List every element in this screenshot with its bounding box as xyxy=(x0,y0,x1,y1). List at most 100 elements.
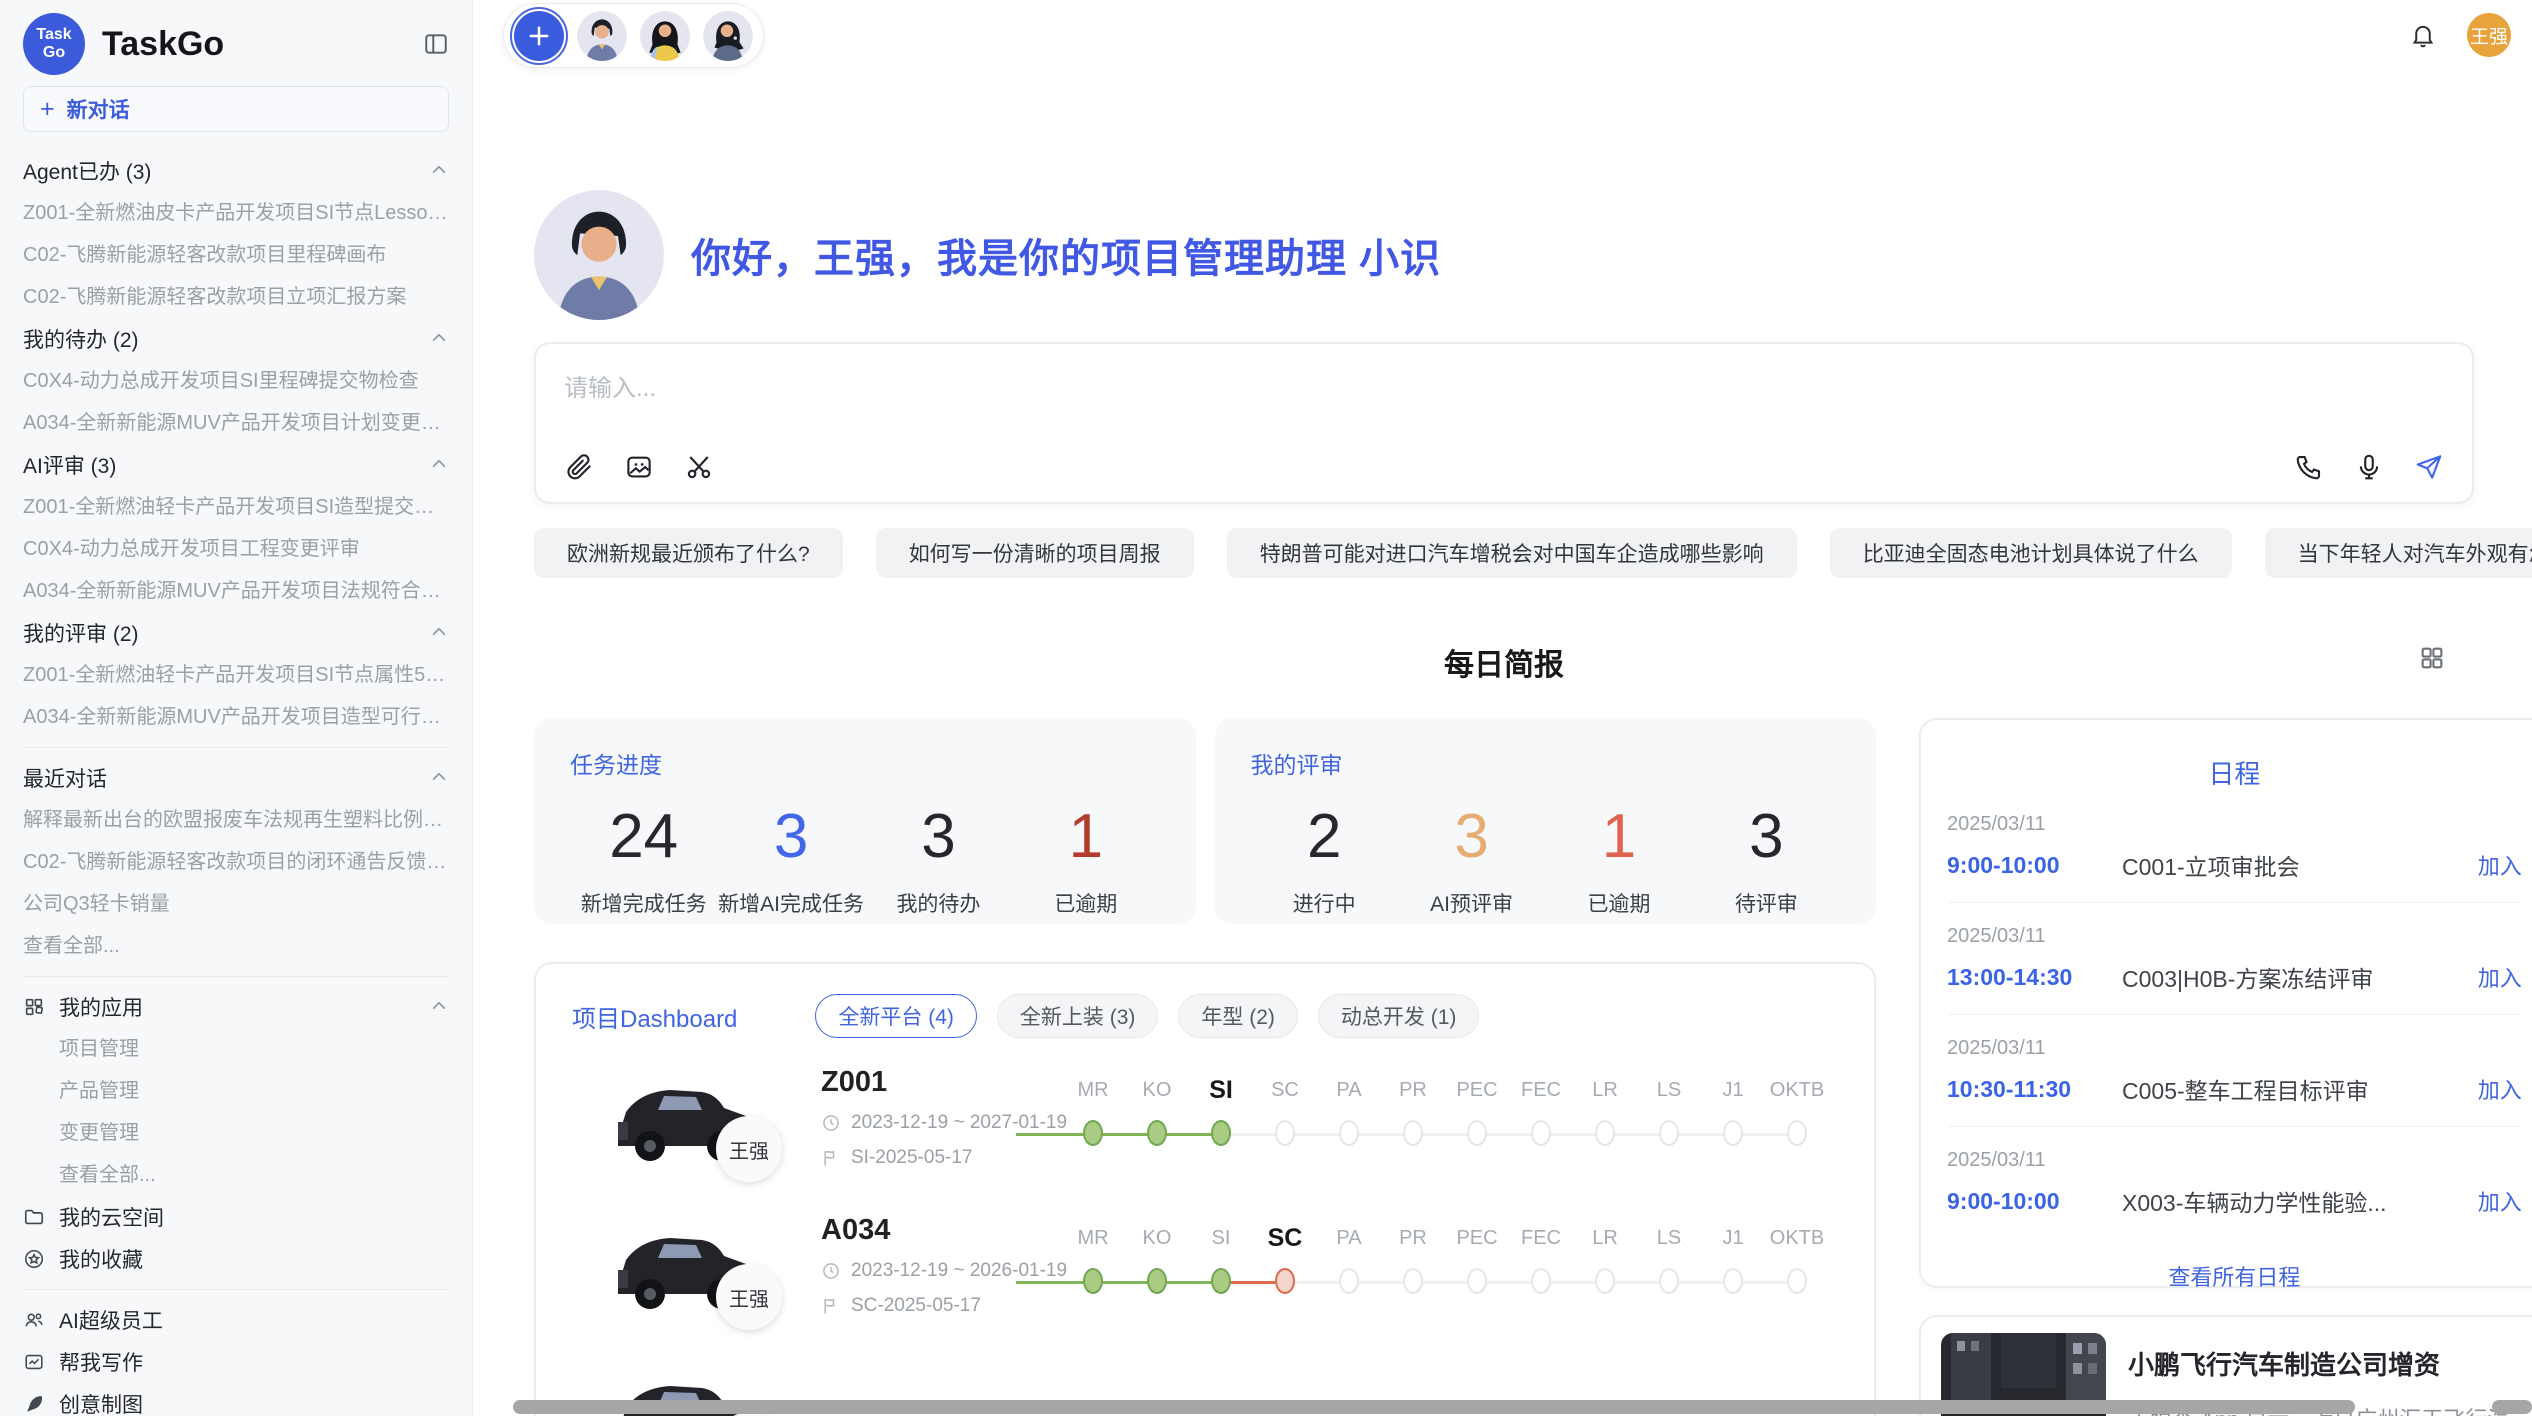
new-chat-button[interactable]: + 新对话 xyxy=(23,86,449,132)
schedule-title: 日程 xyxy=(1947,754,2522,791)
list-item[interactable]: Z001-全新燃油轻卡产品开发项目SI节点属性5D文件评审 xyxy=(23,654,449,696)
project-row[interactable]: 王强 A034 2023-12-19 ~ 2026-01-19 SC-2025-… xyxy=(536,1212,1874,1362)
add-member-button[interactable] xyxy=(514,11,564,61)
milestone-chain: MRKOSISCPAPRPECFECLRLSJ1OKTB xyxy=(1016,1072,1829,1146)
list-item[interactable]: C02-飞腾新能源轻客改款项目立项汇报方案 xyxy=(23,276,449,318)
list-item[interactable]: C0X4-动力总成开发项目工程变更评审 xyxy=(23,528,449,570)
tab-year-model[interactable]: 年型 (2) xyxy=(1178,994,1298,1038)
group-my-todo[interactable]: 我的待办 (2) xyxy=(23,318,449,360)
milestone-oktb: OKTB xyxy=(1765,1072,1829,1146)
attachment-icon[interactable] xyxy=(564,452,594,482)
sidebar-item-product-mgmt[interactable]: 产品管理 xyxy=(23,1070,449,1112)
group-my-review[interactable]: 我的评审 (2) xyxy=(23,612,449,654)
tab-new-platform[interactable]: 全新平台 (4) xyxy=(815,994,977,1038)
horizontal-scrollbar-thumb[interactable] xyxy=(513,1400,2355,1414)
join-link[interactable]: 加入 xyxy=(2478,1073,2522,1105)
suggestion-chip[interactable]: 如何写一份清晰的项目周报 xyxy=(876,528,1194,578)
chevron-up-icon[interactable] xyxy=(429,455,449,475)
send-icon[interactable] xyxy=(2414,452,2444,482)
group-recent-chats[interactable]: 最近对话 xyxy=(23,757,449,799)
project-flag-milestone: SI-2025-05-17 xyxy=(851,1147,972,1169)
chat-input[interactable]: 请输入... xyxy=(534,342,2474,504)
project-owner-badge: 王强 xyxy=(716,1116,782,1182)
list-item[interactable]: A034-全新新能源MUV产品开发项目计划变更表编写 xyxy=(23,402,449,444)
join-link[interactable]: 加入 xyxy=(2478,849,2522,881)
group-ai-review[interactable]: AI评审 (3) xyxy=(23,444,449,486)
my-apps-label: 我的应用 xyxy=(59,992,143,1022)
member-avatar[interactable] xyxy=(640,11,690,61)
app-title: TaskGo xyxy=(102,25,224,64)
image-icon[interactable] xyxy=(624,452,654,482)
group-title: 我的评审 (2) xyxy=(23,618,139,648)
flag-icon xyxy=(821,1148,841,1168)
list-item[interactable]: A034-全新新能源MUV产品开发项目法规符合性评审 xyxy=(23,570,449,612)
chevron-up-icon[interactable] xyxy=(429,623,449,643)
list-item[interactable]: 公司Q3轻卡销量 xyxy=(23,883,449,925)
suggestion-chip[interactable]: 比亚迪全固态电池计划具体说了什么 xyxy=(1830,528,2232,578)
sidebar-item-project-mgmt[interactable]: 项目管理 xyxy=(23,1028,449,1070)
sidebar-item-favorites[interactable]: 我的收藏 xyxy=(23,1238,449,1280)
sidebar-item-help-me-write[interactable]: 帮我写作 xyxy=(23,1341,449,1383)
view-all-link[interactable]: 查看全部... xyxy=(23,925,449,967)
app-logo: Task Go xyxy=(23,13,85,75)
flag-icon xyxy=(821,1296,841,1316)
member-avatar[interactable] xyxy=(703,11,753,61)
sidebar-item-my-apps[interactable]: 我的应用 xyxy=(23,986,449,1028)
clock-icon xyxy=(821,1261,841,1281)
chevron-up-icon[interactable] xyxy=(429,161,449,181)
list-item[interactable]: Z001-全新燃油皮卡产品开发项目SI节点Lesson Learn报告 xyxy=(23,192,449,234)
schedule-event: 2025/03/11 9:00-10:00 C001-立项审批会 加入 xyxy=(1947,791,2522,903)
sidebar-item-cloud-space[interactable]: 我的云空间 xyxy=(23,1196,449,1238)
list-item[interactable]: Z001-全新燃油轻卡产品开发项目SI造型提交物评审 xyxy=(23,486,449,528)
schedule-event: 2025/03/11 13:00-14:30 C003|H0B-方案冻结评审 加… xyxy=(1947,903,2522,1015)
project-dashboard-card: 项目Dashboard 全新平台 (4) 全新上装 (3) 年型 (2) 动总开… xyxy=(534,962,1876,1416)
folder-icon xyxy=(23,1206,45,1228)
assistant-hero: 你好，王强，我是你的项目管理助理 小识 xyxy=(534,190,2474,320)
join-link[interactable]: 加入 xyxy=(2478,961,2522,993)
project-row[interactable]: 王强 Z001 2023-12-19 ~ 2027-01-19 SI-2025-… xyxy=(536,1064,1874,1214)
event-time: 10:30-11:30 xyxy=(1947,1076,2122,1103)
event-time: 13:00-14:30 xyxy=(1947,964,2122,991)
notification-bell-icon[interactable] xyxy=(2409,21,2437,49)
scissors-icon[interactable] xyxy=(684,452,714,482)
chevron-up-icon[interactable] xyxy=(429,329,449,349)
list-item[interactable]: C02-飞腾新能源轻客改款项目的闭环通告反馈情况 xyxy=(23,841,449,883)
chevron-up-icon[interactable] xyxy=(429,768,449,788)
daily-briefing-header: 每日简报 xyxy=(534,640,2474,682)
stat: 3AI预评审 xyxy=(1398,802,1545,918)
view-all-schedule-link[interactable]: 查看所有日程 xyxy=(1947,1260,2522,1292)
group-title: AI评审 (3) xyxy=(23,450,116,480)
stat: 2进行中 xyxy=(1251,802,1398,918)
suggestion-chip[interactable]: 欧洲新规最近颁布了什么? xyxy=(534,528,843,578)
group-title: Agent已办 (3) xyxy=(23,156,151,186)
view-all-link[interactable]: 查看全部... xyxy=(23,1154,449,1196)
sidebar-item-creative-drawing[interactable]: 创意制图 xyxy=(23,1383,449,1416)
group-agent-done[interactable]: Agent已办 (3) xyxy=(23,150,449,192)
list-item[interactable]: C0X4-动力总成开发项目SI里程碑提交物检查 xyxy=(23,360,449,402)
microphone-icon[interactable] xyxy=(2354,452,2384,482)
sidebar-item-change-mgmt[interactable]: 变更管理 xyxy=(23,1112,449,1154)
tab-powertrain[interactable]: 动总开发 (1) xyxy=(1318,994,1480,1038)
layout-grid-icon[interactable] xyxy=(2418,644,2446,672)
phone-call-icon[interactable] xyxy=(2294,452,2324,482)
sidebar-collapse-icon[interactable] xyxy=(423,31,449,57)
suggestion-chip[interactable]: 当下年轻人对汽车外观有怎样的喜好趋势 xyxy=(2265,528,2532,578)
list-item[interactable]: A034-全新新能源MUV产品开发项目造型可行性评审 xyxy=(23,696,449,738)
member-avatar[interactable] xyxy=(577,11,627,61)
group-title: 我的待办 (2) xyxy=(23,324,139,354)
chevron-up-icon[interactable] xyxy=(429,997,449,1017)
sidebar-item-ai-super-staff[interactable]: AI超级员工 xyxy=(23,1299,449,1341)
user-avatar[interactable]: 王强 xyxy=(2467,13,2511,57)
suggestion-chip[interactable]: 特朗普可能对进口汽车增税会对中国车企造成哪些影响 xyxy=(1227,528,1797,578)
chat-input-placeholder: 请输入... xyxy=(564,368,2444,403)
event-time: 9:00-10:00 xyxy=(1947,852,2122,879)
scrollbar-corner-thumb[interactable] xyxy=(2492,1400,2532,1414)
join-link[interactable]: 加入 xyxy=(2478,1185,2522,1217)
divider xyxy=(23,747,449,748)
stat: 1已逾期 xyxy=(1545,802,1692,918)
list-item[interactable]: 解释最新出台的欧盟报废车法规再生塑料比例被调至15%... xyxy=(23,799,449,841)
tab-new-body[interactable]: 全新上装 (3) xyxy=(997,994,1159,1038)
event-time: 9:00-10:00 xyxy=(1947,1188,2122,1215)
stat: 3我的待办 xyxy=(865,802,1012,918)
list-item[interactable]: C02-飞腾新能源轻客改款项目里程碑画布 xyxy=(23,234,449,276)
